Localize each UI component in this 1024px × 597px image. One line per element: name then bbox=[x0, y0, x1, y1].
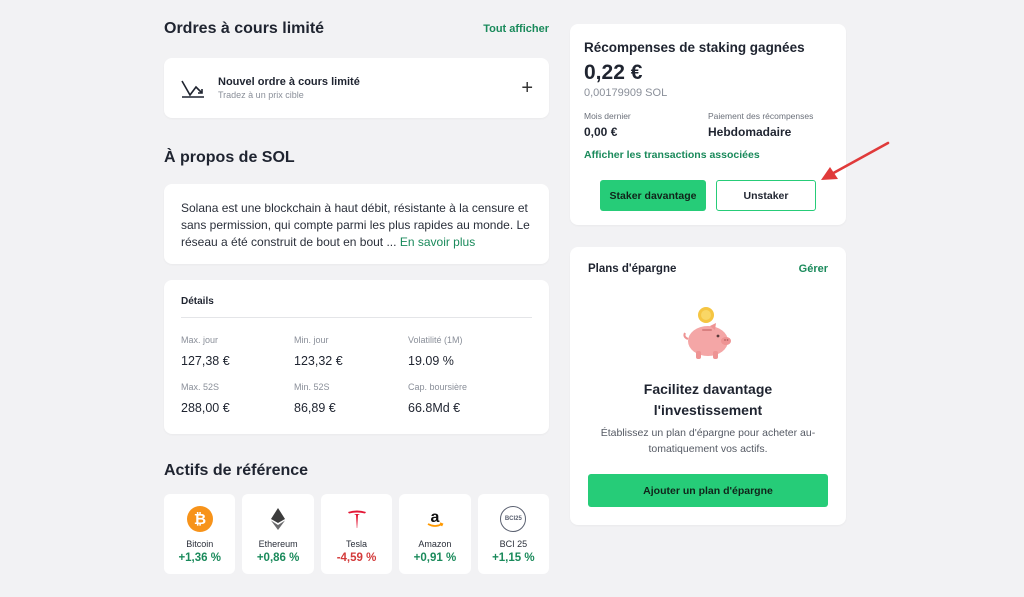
about-header: À propos de SOL bbox=[164, 149, 549, 167]
asset-change: -4,59 % bbox=[336, 552, 377, 564]
asset-name: Amazon bbox=[418, 539, 452, 549]
last-month-label: Mois dernier bbox=[584, 111, 631, 121]
last-month-stat: Mois dernier 0,00 € bbox=[584, 111, 708, 139]
manage-link[interactable]: Gérer bbox=[799, 263, 828, 275]
savings-title: Plans d'épargne bbox=[588, 263, 677, 275]
stat-label: Min. 52S bbox=[294, 382, 330, 392]
savings-header: Plans d'épargne Gérer bbox=[588, 263, 828, 275]
about-card: Solana est une blockchain à haut débit, … bbox=[164, 184, 549, 264]
stat-label: Max. 52S bbox=[181, 382, 220, 392]
staking-rewards-card: Récompenses de staking gagnées 0,22 € 0,… bbox=[570, 24, 846, 225]
stake-more-button[interactable]: Staker davantage bbox=[600, 180, 706, 211]
stat-value: 66.8Md € bbox=[408, 401, 461, 415]
savings-description: Établissez un plan d'épargne pour achete… bbox=[600, 427, 816, 455]
last-month-value: 0,00 € bbox=[584, 125, 618, 139]
stat-volatility: Volatilité (1M) 19.09 % bbox=[408, 335, 463, 368]
asset-name: Bitcoin bbox=[186, 539, 214, 549]
asset-name: BCI 25 bbox=[499, 539, 528, 549]
stat-value: 86,89 € bbox=[294, 401, 336, 415]
savings-headline-line1: Facilitez davantage bbox=[643, 381, 773, 397]
new-limit-order-text: Nouvel ordre à cours limité Tradez à un … bbox=[218, 76, 521, 100]
limit-orders-title: Ordres à cours limité bbox=[164, 20, 325, 37]
asset-card-bci25[interactable]: BCI25 BCI 25 +1,15 % bbox=[477, 494, 550, 574]
asset-card-ethereum[interactable]: Ethereum +0,86 % bbox=[242, 494, 314, 574]
view-transactions-link[interactable]: Afficher les transactions associées bbox=[584, 149, 832, 161]
savings-plans-card: Plans d'épargne Gérer Facilitez davantag… bbox=[570, 247, 846, 525]
asset-name: Ethereum bbox=[258, 539, 298, 549]
tesla-icon bbox=[344, 506, 370, 532]
stat-label: Min. jour bbox=[294, 335, 329, 345]
staking-amount-sol: 0,00179909 SOL bbox=[584, 87, 668, 99]
staking-amount-eur: 0,22 € bbox=[584, 61, 643, 84]
payout-label: Paiement des récompenses bbox=[708, 111, 814, 121]
plus-icon[interactable]: + bbox=[521, 78, 533, 98]
new-limit-order-subtitle: Tradez à un prix cible bbox=[218, 90, 304, 100]
asset-name: Tesla bbox=[346, 539, 368, 549]
asset-card-tesla[interactable]: Tesla -4,59 % bbox=[320, 494, 393, 574]
learn-more-link[interactable]: En savoir plus bbox=[400, 235, 475, 249]
stat-52w-low: Min. 52S 86,89 € bbox=[294, 382, 336, 415]
stat-value: 127,38 € bbox=[181, 354, 230, 368]
asset-change: +0,86 % bbox=[256, 552, 300, 564]
stat-label: Cap. boursière bbox=[408, 382, 468, 392]
unstake-button[interactable]: Unstaker bbox=[716, 180, 816, 211]
reference-assets-title: Actifs de référence bbox=[164, 462, 309, 479]
bci25-icon-text: BCI25 bbox=[504, 516, 522, 522]
asset-card-bitcoin[interactable]: ₿ Bitcoin +1,36 % bbox=[164, 494, 236, 574]
svg-text:₿: ₿ bbox=[194, 510, 206, 528]
details-title: Détails bbox=[181, 296, 532, 318]
payout-value: Hebdomadaire bbox=[708, 125, 792, 139]
details-card: Détails Max. jour 127,38 € Min. jour 123… bbox=[164, 280, 549, 434]
stat-value: 288,00 € bbox=[181, 401, 230, 415]
reference-assets-list: ₿ Bitcoin +1,36 % Ethereum +0,86 % Tesla… bbox=[164, 494, 550, 574]
payout-stat: Paiement des récompenses Hebdomadaire bbox=[708, 111, 832, 139]
stat-market-cap: Cap. boursière 66.8Md € bbox=[408, 382, 467, 415]
stat-label: Max. jour bbox=[181, 335, 219, 345]
new-limit-order-title: Nouvel ordre à cours limité bbox=[218, 76, 360, 88]
piggy-bank-icon bbox=[683, 307, 731, 359]
new-limit-order-card[interactable]: Nouvel ordre à cours limité Tradez à un … bbox=[164, 58, 549, 118]
asset-change: +1,15 % bbox=[492, 552, 535, 564]
svg-text:a: a bbox=[430, 509, 439, 526]
stat-52w-high: Max. 52S 288,00 € bbox=[181, 382, 230, 415]
limit-orders-header: Ordres à cours limité Tout afficher bbox=[164, 20, 549, 38]
stat-value: 19.09 % bbox=[408, 354, 454, 368]
limit-order-icon bbox=[181, 80, 204, 98]
reference-assets-header: Actifs de référence bbox=[164, 462, 549, 480]
about-text: Solana est une blockchain à haut débit, … bbox=[181, 201, 530, 249]
stat-day-low: Min. jour 123,32 € bbox=[294, 335, 343, 368]
bci25-icon: BCI25 bbox=[500, 506, 527, 532]
amazon-icon: a bbox=[422, 506, 448, 532]
about-title: À propos de SOL bbox=[164, 149, 295, 166]
add-savings-plan-button[interactable]: Ajouter un plan d'épargne bbox=[588, 474, 828, 507]
savings-headline-line2: l'investissement bbox=[653, 402, 763, 418]
asset-card-amazon[interactable]: a Amazon +0,91 % bbox=[399, 494, 471, 574]
asset-change: +0,91 % bbox=[413, 552, 457, 564]
annotation-arrow-icon bbox=[821, 141, 890, 180]
stat-label: Volatilité (1M) bbox=[408, 335, 463, 345]
stat-day-high: Max. jour 127,38 € bbox=[181, 335, 230, 368]
ethereum-icon bbox=[265, 506, 291, 532]
show-all-link[interactable]: Tout afficher bbox=[483, 23, 549, 35]
stat-value: 123,32 € bbox=[294, 354, 343, 368]
bitcoin-icon: ₿ bbox=[186, 506, 213, 532]
savings-headline: Facilitez davantage l'investissement bbox=[570, 379, 846, 421]
staking-title: Récompenses de staking gagnées bbox=[584, 40, 805, 55]
asset-change: +1,36 % bbox=[178, 552, 221, 564]
staking-stats-row: Mois dernier 0,00 € Paiement des récompe… bbox=[584, 111, 832, 139]
